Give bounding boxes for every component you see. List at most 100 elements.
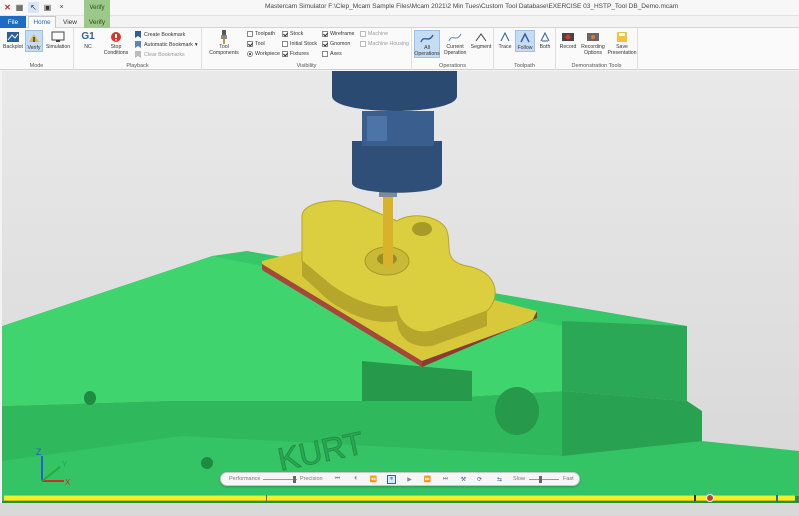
play-icon[interactable]: ▶: [405, 475, 414, 484]
group-mode: Backplot Verify Simulation Mode: [0, 28, 74, 70]
group-demonstration-tools: Record Recording Options Save Presentati…: [556, 28, 638, 70]
ribbon: Backplot Verify Simulation Mode G1 NC St…: [0, 28, 799, 70]
simulation-scene: KURT Z Y X: [2, 71, 799, 516]
timeline-end-marker[interactable]: [776, 495, 778, 501]
tool-icon[interactable]: ⚒: [459, 475, 468, 484]
clear-bookmarks-button[interactable]: Clear Bookmarks: [134, 51, 185, 58]
follow-icon: [517, 31, 533, 45]
stop-conditions-button[interactable]: Stop Conditions: [102, 30, 130, 56]
fast-forward-icon[interactable]: ⏩: [423, 475, 432, 484]
precision-slider[interactable]: [263, 479, 297, 480]
tool-components-button[interactable]: Tool Components: [205, 30, 243, 56]
chevron-down-icon: ▾: [194, 41, 198, 48]
stock-checkbox[interactable]: Stock: [282, 31, 303, 37]
pointer-icon[interactable]: ↖: [28, 2, 39, 13]
automatic-bookmark-button[interactable]: Automatic Bookmark ▾: [134, 41, 198, 48]
precision-label: Precision: [300, 476, 323, 482]
verify-button[interactable]: Verify: [25, 30, 43, 52]
tab-verify[interactable]: Verify: [84, 16, 110, 28]
title-bar: ✕ ▦ ↖ ▣ × Verify Mastercam Simulator F:\…: [0, 0, 799, 16]
loop-icon[interactable]: ⇆: [495, 475, 504, 484]
verify-icon: [26, 31, 42, 45]
tab-file[interactable]: File: [0, 16, 26, 28]
close-icon[interactable]: ×: [56, 2, 67, 13]
tab-home[interactable]: Home: [28, 16, 56, 28]
segment-icon: [473, 30, 489, 44]
step-back-icon[interactable]: ⏴: [351, 475, 360, 484]
spindle-head: [332, 71, 457, 111]
current-operation-button[interactable]: Current Operation: [442, 30, 468, 56]
timeline-divider: [266, 495, 267, 502]
save-presentation-button[interactable]: Save Presentation: [607, 30, 637, 56]
mastercam-logo-icon[interactable]: ✕: [2, 2, 13, 13]
gnomon-z-label: Z: [36, 447, 42, 457]
recording-options-icon: [585, 30, 601, 44]
all-operations-button[interactable]: All Operations: [414, 30, 440, 58]
graphics-viewport[interactable]: KURT Z Y X: [2, 71, 799, 516]
stop-icon: [108, 30, 124, 44]
bookmark-icon: [135, 31, 141, 38]
vise-bore: [495, 387, 539, 435]
group-label-demonstration-tools: Demonstration Tools: [571, 63, 622, 69]
performance-label: Performance: [229, 476, 261, 482]
clear-bookmark-icon: [135, 51, 141, 58]
wireframe-checkbox[interactable]: Wireframe: [322, 31, 354, 37]
skip-end-icon[interactable]: ⏭: [441, 475, 450, 484]
fixtures-checkbox[interactable]: Fixtures: [282, 51, 309, 57]
trace-icon: [497, 30, 513, 44]
pause-icon[interactable]: ⏸: [387, 475, 396, 484]
tool-checkbox[interactable]: Tool: [247, 41, 265, 47]
group-playback: G1 NC Stop Conditions Create Bookmark Au…: [74, 28, 202, 70]
precision-slider-handle[interactable]: [293, 476, 296, 483]
g1-icon: G1: [81, 31, 95, 42]
cutter-flute: [383, 191, 393, 266]
speed-slider-handle[interactable]: [539, 476, 542, 483]
trace-button[interactable]: Trace: [496, 30, 514, 50]
gnomon-checkbox[interactable]: Gnomon: [322, 41, 350, 47]
vise-hole-bottom: [201, 457, 213, 469]
current-operation-icon: [447, 30, 463, 44]
recording-options-button[interactable]: Recording Options: [579, 30, 607, 56]
group-label-mode: Mode: [29, 63, 44, 69]
simulation-icon: [50, 30, 66, 44]
simulation-button[interactable]: Simulation: [44, 30, 72, 50]
monitor-icon[interactable]: ▣: [42, 2, 53, 13]
playback-toolbar: Performance Precision ⏮ ⏴ ⏪ ⏸ ▶ ⏩ ⏭ ⚒ ⟳ …: [220, 472, 580, 486]
toolpath-checkbox[interactable]: Toolpath: [247, 31, 275, 37]
vise-jaw-side: [562, 321, 687, 401]
window-title: Mastercam Simulator F:\Clep_Mcam Sample …: [265, 3, 679, 10]
playback-timeline[interactable]: [4, 494, 795, 502]
refresh-icon[interactable]: ⟳: [475, 475, 484, 484]
create-bookmark-button[interactable]: Create Bookmark: [134, 31, 185, 38]
follow-button[interactable]: Follow: [515, 30, 535, 52]
nc-button[interactable]: G1 NC: [77, 30, 99, 51]
grid-icon[interactable]: ▦: [14, 2, 25, 13]
both-button[interactable]: Both: [536, 30, 554, 50]
group-label-visibility: Visibility: [296, 63, 317, 69]
verify-context-label: Verify: [84, 0, 110, 16]
tab-view[interactable]: View: [57, 16, 83, 28]
machine-housing-checkbox[interactable]: Machine Housing: [360, 41, 409, 47]
group-label-operations: Operations: [439, 63, 466, 69]
skip-start-icon[interactable]: ⏮: [333, 475, 342, 484]
timeline-tick: [694, 495, 696, 501]
machine-checkbox[interactable]: Machine: [360, 31, 388, 37]
segment-button[interactable]: Segment: [469, 30, 493, 50]
workpiece-radio[interactable]: Workpiece: [247, 51, 280, 57]
backplot-icon: [5, 30, 21, 44]
spindle-highlight: [367, 116, 387, 141]
record-icon: [560, 30, 576, 44]
timeline-position-marker[interactable]: [706, 494, 714, 502]
gnomon-y-label: Y: [62, 460, 68, 469]
group-label-playback: Playback: [126, 63, 149, 69]
initial-stock-checkbox[interactable]: Initial Stock: [282, 41, 317, 47]
slow-label: Slow: [513, 476, 525, 482]
record-button[interactable]: Record: [558, 30, 578, 50]
axes-checkbox[interactable]: Axes: [322, 51, 342, 57]
backplot-button[interactable]: Backplot: [2, 30, 24, 50]
fast-label: Fast: [563, 476, 574, 482]
tool-components-icon: [216, 30, 232, 44]
ribbon-tabs: File Home View Verify: [0, 16, 799, 28]
rewind-icon[interactable]: ⏪: [369, 475, 378, 484]
speed-slider[interactable]: [529, 479, 559, 480]
